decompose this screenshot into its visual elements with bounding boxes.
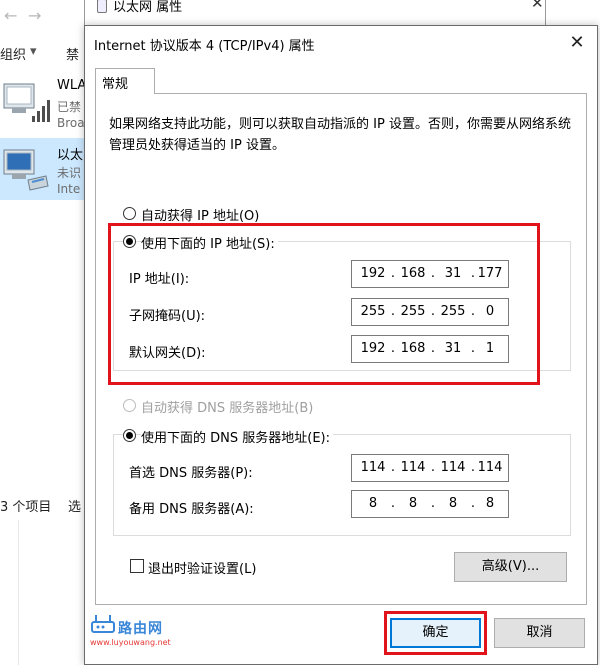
preferred-dns-field[interactable]: 114 . 114 . 114 . 114 [351,454,509,482]
alternate-dns-field[interactable]: 8 . 8 . 8 . 8 [351,490,509,518]
watermark-url: www.luyouwang.net [90,638,171,647]
item-count: 3 个项目 [0,500,52,515]
dns-settings-group [113,434,571,536]
dialog-title: Internet 协议版本 4 (TCP/IPv4) 属性 [94,39,315,54]
organize-menu[interactable]: 组织 [0,44,26,63]
octet: 8 [485,496,495,511]
adapter-name: WLA [57,78,87,93]
cancel-button[interactable]: 取消 [494,618,585,648]
octet: 114 [477,460,503,475]
manual-dns-label: 使用下面的 DNS 服务器地址(E): [141,427,333,446]
octet: 114 [400,460,426,475]
manual-dns-radio[interactable] [123,429,136,442]
adapter-device: Inte [57,182,81,196]
close-icon[interactable]: ✕ [531,0,544,12]
validate-on-exit-label: 退出时验证设置(L) [148,562,257,577]
adapter-status: 未识 [57,166,82,180]
adapter-list: WLA 已禁 Broa 以太 未识 Inte [0,70,90,490]
auto-dns-radio[interactable] [123,399,136,412]
ip-section-highlight [108,223,540,385]
alternate-dns-label: 备用 DNS 服务器(A): [129,502,254,517]
adapter-name: 以太 [57,148,84,163]
selected-count: 选 [68,500,82,515]
adapter-item-ethernet[interactable]: 以太 未识 Inte [0,138,90,200]
ok-button-highlight [384,611,487,655]
octet: 8 [368,496,378,511]
watermark-name: 路由网 [118,621,163,637]
validate-on-exit-checkbox[interactable] [130,559,144,573]
tab-general-label: 常规 [102,77,129,92]
explorer-toolbar: 组织 ▾ 禁 [0,38,90,68]
watermark-logo: 路由网 www.luyouwang.net [88,610,178,650]
auto-ip-label: 自动获得 IP 地址(O) [141,209,260,224]
ipv4-properties-dialog: Internet 协议版本 4 (TCP/IPv4) 属性 ✕ 常规 如果网络支… [84,25,598,665]
parent-dialog-title: 以太网 属性 [97,0,183,15]
tab-general[interactable]: 常规 [95,68,155,94]
general-tab-panel: 如果网络支持此功能，则可以获取自动指派的 IP 设置。否则，你需要从网络系统管理… [95,93,587,605]
advanced-button[interactable]: 高级(V)... [454,552,567,582]
forward-arrow-icon[interactable]: → [28,6,41,25]
octet: 8 [448,496,458,511]
adapter-status: 已禁 [57,100,82,114]
auto-ip-radio[interactable] [123,207,136,220]
divider [18,520,19,665]
router-icon [91,615,115,633]
chevron-down-icon: ▾ [30,44,37,59]
description-text: 如果网络支持此功能，则可以获取自动指派的 IP 设置。否则，你需要从网络系统管理… [109,117,571,153]
back-arrow-icon[interactable]: ← [4,6,17,25]
network-adapter-icon [3,83,50,122]
disable-device-button[interactable]: 禁 [66,44,79,63]
octet: 114 [440,460,466,475]
octet: 114 [360,460,386,475]
ethernet-adapter-icon [3,149,49,191]
preferred-dns-label: 首选 DNS 服务器(P): [129,466,253,481]
adapter-item-wlan[interactable]: WLA 已禁 Broa [0,72,90,134]
auto-dns-label: 自动获得 DNS 服务器地址(B) [141,401,314,416]
adapter-small-icon [97,0,107,13]
adapter-device: Broa [57,116,85,130]
octet: 8 [408,496,418,511]
parent-title-text: 以太网 属性 [113,0,183,15]
close-icon[interactable]: ✕ [563,30,591,56]
